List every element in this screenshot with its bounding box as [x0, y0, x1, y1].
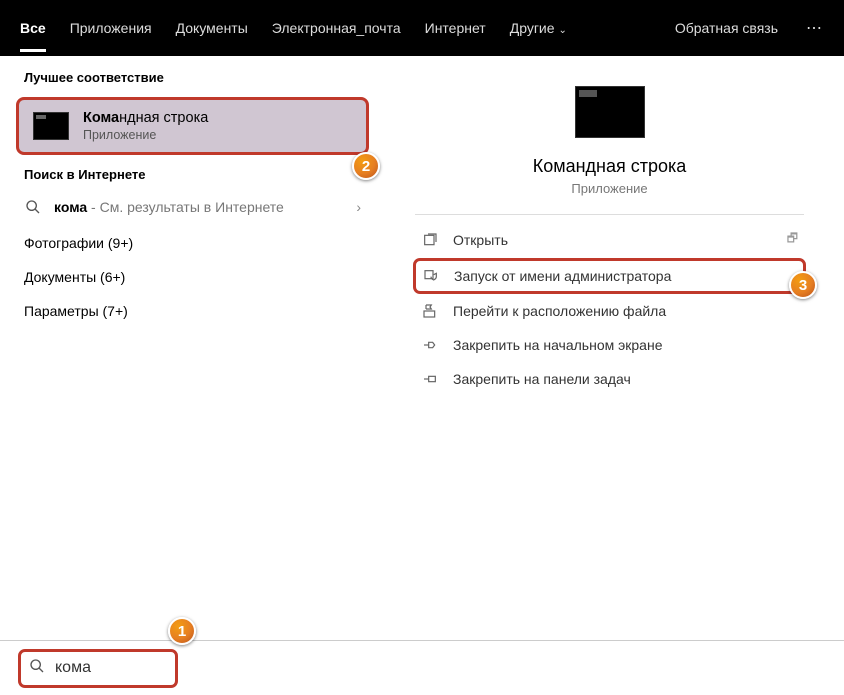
pin-start-icon [421, 336, 439, 354]
action-open-location[interactable]: Перейти к расположению файла [415, 294, 804, 328]
best-match-header: Лучшее соответствие [0, 64, 385, 91]
search-input[interactable] [55, 659, 135, 677]
chevron-right-icon: › [356, 199, 361, 215]
tab-other[interactable]: Другие ⌄ [498, 2, 579, 54]
annotation-badge-2: 2 [352, 152, 380, 180]
internet-search-text: кома - См. результаты в Интернете [54, 199, 284, 215]
cmd-prompt-large-icon [575, 86, 645, 138]
best-match-result[interactable]: Командная строка Приложение 2 [16, 97, 369, 155]
best-match-subtitle: Приложение [83, 128, 208, 142]
search-icon [24, 198, 42, 216]
category-settings[interactable]: Параметры (7+) [0, 294, 385, 328]
action-open[interactable]: Открыть 🗗 [415, 221, 804, 258]
action-pin-taskbar-label: Закрепить на панели задач [453, 371, 631, 387]
action-pin-taskbar[interactable]: Закрепить на панели задач [415, 362, 804, 396]
details-panel: Командная строка Приложение Открыть 🗗 За… [385, 56, 844, 636]
action-pin-start-label: Закрепить на начальном экране [453, 337, 663, 353]
action-pin-start[interactable]: Закрепить на начальном экране [415, 328, 804, 362]
cmd-prompt-icon [33, 112, 69, 140]
details-title: Командная строка [415, 156, 804, 177]
best-match-title: Командная строка [83, 110, 208, 126]
action-run-as-admin[interactable]: Запуск от имени администратора 3 [413, 258, 806, 294]
action-open-location-label: Перейти к расположению файла [453, 303, 666, 319]
folder-location-icon [421, 302, 439, 320]
action-run-as-admin-label: Запуск от имени администратора [454, 268, 671, 284]
action-open-label: Открыть [453, 232, 508, 248]
external-link-icon: 🗗 [787, 229, 798, 250]
category-photos[interactable]: Фотографии (9+) [0, 226, 385, 260]
pin-taskbar-icon [421, 370, 439, 388]
more-icon[interactable]: ⋯ [794, 18, 836, 38]
annotation-badge-3: 3 [789, 271, 817, 299]
search-highlight-frame [18, 649, 178, 688]
top-tabs-bar: Все Приложения Документы Электронная_поч… [0, 0, 844, 56]
shield-icon [422, 267, 440, 285]
tab-email[interactable]: Электронная_почта [260, 2, 413, 54]
tab-documents[interactable]: Документы [164, 2, 260, 54]
open-icon [421, 231, 439, 249]
results-panel: Лучшее соответствие Командная строка При… [0, 56, 385, 636]
divider [415, 214, 804, 215]
internet-search-header: Поиск в Интернете [0, 161, 385, 188]
tab-internet[interactable]: Интернет [413, 2, 498, 54]
details-subtitle: Приложение [415, 181, 804, 196]
search-bar: 1 [0, 640, 844, 695]
feedback-link[interactable]: Обратная связь [659, 20, 794, 36]
annotation-badge-1: 1 [168, 617, 196, 645]
tab-apps[interactable]: Приложения [58, 2, 164, 54]
internet-search-row[interactable]: кома - См. результаты в Интернете › [0, 188, 385, 226]
search-icon [29, 658, 45, 679]
category-documents[interactable]: Документы (6+) [0, 260, 385, 294]
tab-all[interactable]: Все [8, 2, 58, 54]
chevron-down-icon: ⌄ [558, 25, 566, 36]
